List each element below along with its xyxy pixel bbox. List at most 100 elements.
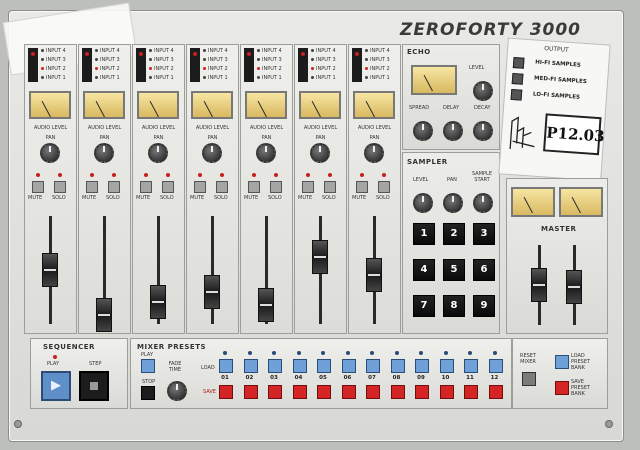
preset-save-button[interactable]: [488, 385, 503, 399]
channel-fader[interactable]: [312, 240, 328, 275]
mute-button[interactable]: [140, 181, 152, 193]
solo-button[interactable]: [54, 181, 66, 193]
sampler-pan-knob[interactable]: [443, 193, 463, 213]
channel-fader[interactable]: [150, 285, 166, 320]
pan-knob[interactable]: [256, 143, 276, 163]
input-option[interactable]: INPUT 4: [203, 47, 228, 56]
preset-load-button[interactable]: [317, 359, 331, 373]
preset-load-button[interactable]: [292, 359, 307, 373]
input-option[interactable]: INPUT 1: [257, 74, 282, 83]
medfi-toggle[interactable]: [511, 72, 524, 85]
input-option[interactable]: INPUT 3: [149, 56, 174, 65]
pan-knob[interactable]: [364, 143, 384, 163]
hifi-toggle[interactable]: [512, 57, 525, 69]
pan-knob[interactable]: [40, 143, 60, 163]
solo-button[interactable]: [324, 181, 336, 193]
sampler-pad[interactable]: 8: [443, 295, 465, 317]
pan-knob[interactable]: [202, 143, 222, 163]
input-option[interactable]: INPUT 4: [95, 47, 120, 56]
input-option[interactable]: INPUT 4: [41, 47, 66, 56]
sampler-pad[interactable]: 3: [473, 223, 495, 245]
fade-time-knob[interactable]: [167, 381, 187, 401]
save-preset-bank-button[interactable]: [555, 381, 569, 395]
input-option[interactable]: INPUT 1: [365, 74, 390, 83]
master-fader-right[interactable]: [566, 269, 582, 304]
input-option[interactable]: INPUT 3: [311, 56, 336, 65]
preset-load-button[interactable]: [439, 359, 454, 373]
input-option[interactable]: INPUT 3: [257, 56, 282, 65]
input-option[interactable]: INPUT 1: [41, 74, 66, 83]
play-button[interactable]: ▶: [41, 371, 71, 401]
sampler-start-knob[interactable]: [473, 193, 493, 213]
input-option[interactable]: INPUT 2: [311, 65, 336, 74]
input-option[interactable]: INPUT 1: [95, 74, 120, 83]
preset-play-button[interactable]: [141, 359, 155, 373]
preset-save-button[interactable]: [390, 385, 405, 399]
input-option[interactable]: INPUT 4: [257, 47, 282, 56]
mute-button[interactable]: [248, 181, 260, 193]
channel-fader[interactable]: [42, 253, 58, 287]
preset-save-button[interactable]: [366, 385, 380, 399]
echo-delay-knob[interactable]: [443, 121, 463, 141]
mute-button[interactable]: [194, 181, 206, 193]
pan-knob[interactable]: [310, 143, 330, 163]
step-button[interactable]: [79, 371, 109, 401]
input-option[interactable]: INPUT 1: [149, 74, 174, 83]
preset-save-button[interactable]: [341, 385, 356, 399]
solo-button[interactable]: [216, 181, 228, 193]
reset-mixer-button[interactable]: [522, 372, 536, 386]
lofi-toggle[interactable]: [510, 88, 523, 101]
preset-load-button[interactable]: [366, 359, 380, 373]
echo-spread-knob[interactable]: [413, 121, 433, 141]
input-option[interactable]: INPUT 3: [41, 56, 66, 65]
preset-load-button[interactable]: [268, 359, 282, 373]
input-option[interactable]: INPUT 4: [149, 47, 174, 56]
preset-stop-button[interactable]: [141, 386, 155, 400]
mute-button[interactable]: [32, 181, 44, 193]
input-option[interactable]: INPUT 2: [95, 65, 120, 74]
preset-load-button[interactable]: [243, 359, 258, 373]
preset-save-button[interactable]: [415, 385, 429, 399]
channel-fader[interactable]: [258, 287, 274, 322]
input-option[interactable]: INPUT 2: [41, 65, 66, 74]
channel-fader[interactable]: [366, 258, 382, 293]
input-option[interactable]: INPUT 3: [95, 56, 120, 65]
solo-button[interactable]: [108, 181, 120, 193]
solo-button[interactable]: [270, 181, 282, 193]
preset-save-button[interactable]: [243, 385, 258, 399]
input-option[interactable]: INPUT 3: [203, 56, 228, 65]
channel-fader[interactable]: [96, 298, 112, 333]
pan-knob[interactable]: [94, 143, 114, 163]
preset-load-button[interactable]: [341, 359, 356, 373]
preset-save-button[interactable]: [219, 385, 233, 399]
solo-button[interactable]: [162, 181, 174, 193]
mute-button[interactable]: [302, 181, 314, 193]
sampler-level-knob[interactable]: [413, 193, 433, 213]
input-option[interactable]: INPUT 1: [203, 74, 228, 83]
preset-load-button[interactable]: [488, 359, 503, 373]
preset-save-button[interactable]: [464, 385, 478, 399]
input-option[interactable]: INPUT 2: [149, 65, 174, 74]
channel-fader[interactable]: [204, 274, 220, 309]
preset-load-button[interactable]: [390, 359, 405, 373]
preset-save-button[interactable]: [439, 385, 454, 399]
sampler-pad[interactable]: 6: [473, 259, 495, 281]
sampler-pad[interactable]: 4: [413, 259, 435, 281]
preset-save-button[interactable]: [317, 385, 331, 399]
input-option[interactable]: INPUT 3: [365, 56, 390, 65]
input-option[interactable]: INPUT 4: [311, 47, 336, 56]
mute-button[interactable]: [86, 181, 98, 193]
echo-level-knob[interactable]: [473, 81, 493, 101]
preset-save-button[interactable]: [268, 385, 282, 399]
sampler-pad[interactable]: 9: [473, 295, 495, 317]
preset-save-button[interactable]: [292, 385, 307, 399]
sampler-pad[interactable]: 2: [443, 223, 465, 245]
sampler-pad[interactable]: 7: [413, 295, 435, 317]
sampler-pad[interactable]: 1: [413, 223, 435, 245]
sampler-pad[interactable]: 5: [443, 259, 465, 281]
preset-load-button[interactable]: [464, 359, 478, 373]
input-option[interactable]: INPUT 2: [365, 65, 390, 74]
input-option[interactable]: INPUT 2: [203, 65, 228, 74]
input-option[interactable]: INPUT 4: [365, 47, 390, 56]
echo-decay-knob[interactable]: [473, 121, 493, 141]
